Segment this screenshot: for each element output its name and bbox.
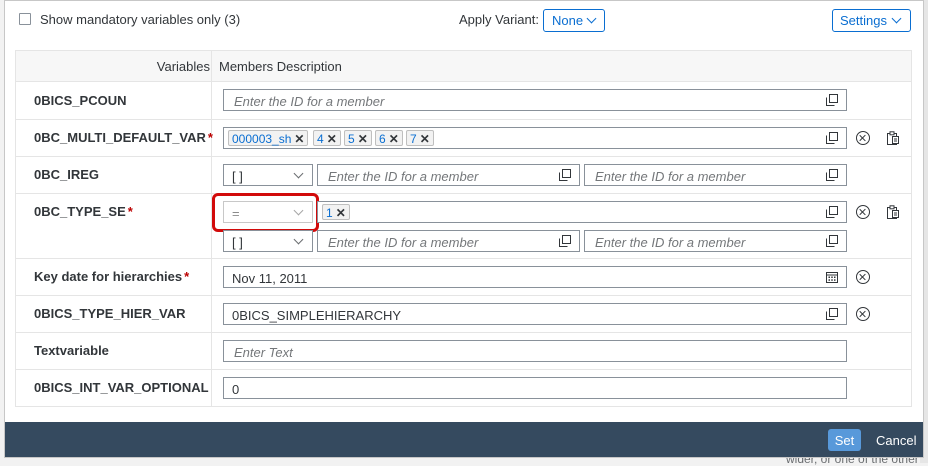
value-help-icon[interactable]	[826, 132, 838, 144]
text-input-placeholder: Enter Text	[234, 345, 293, 360]
number-input[interactable]: 0	[223, 377, 847, 399]
range-from-input[interactable]: Enter the ID for a member	[317, 230, 580, 252]
required-marker: *	[207, 130, 213, 145]
member-input-placeholder: Enter the ID for a member	[234, 94, 385, 109]
variable-name: 0BICS_TYPE_HIER_VAR	[34, 306, 186, 321]
variant-select[interactable]: None	[543, 9, 605, 32]
range-to-input[interactable]: Enter the ID for a member	[584, 230, 847, 252]
settings-button[interactable]: Settings	[832, 9, 911, 32]
operator-value: [ ]	[232, 169, 243, 184]
range-to-input[interactable]: Enter the ID for a member	[584, 164, 847, 186]
table-row: 0BC_IREG [ ] Enter the ID for a member E…	[16, 157, 911, 194]
member-token[interactable]: 4 ✕	[313, 130, 341, 146]
clipboard-icon[interactable]	[886, 205, 900, 219]
dialog-header: Show mandatory variables only (3) Apply …	[5, 1, 923, 39]
token-remove-icon[interactable]: ✕	[389, 132, 399, 146]
text-input[interactable]: Enter Text	[223, 340, 847, 362]
range-from-placeholder: Enter the ID for a member	[328, 235, 479, 250]
calendar-icon[interactable]	[826, 271, 838, 283]
value-help-icon[interactable]	[559, 235, 571, 247]
value-help-icon[interactable]	[559, 169, 571, 181]
variable-name: 0BICS_INT_VAR_OPTIONAL	[34, 380, 209, 395]
clear-icon[interactable]	[856, 131, 870, 145]
value-help-icon[interactable]	[826, 308, 838, 320]
member-token[interactable]: 6 ✕	[375, 130, 403, 146]
table-row: 0BC_MULTI_DEFAULT_VAR * 000003_sh ✕ 4 ✕ 5 ✕ …	[16, 120, 911, 157]
variable-name: Key date for hierarchies *	[34, 269, 190, 284]
member-token[interactable]: 000003_sh ✕	[228, 130, 309, 146]
date-value: Nov 11, 2011	[232, 271, 308, 286]
column-header-members: Members Description	[219, 59, 342, 74]
range-from-input[interactable]: Enter the ID for a member	[317, 164, 580, 186]
token-remove-icon[interactable]: ✕	[420, 132, 430, 146]
column-header-variables: Variables	[156, 59, 210, 74]
table-row: 0BICS_PCOUN Enter the ID for a member	[16, 82, 911, 120]
member-input[interactable]: 0BICS_SIMPLEHIERARCHY	[223, 303, 847, 325]
required-marker: *	[127, 204, 133, 219]
member-token[interactable]: 1 ✕	[322, 204, 350, 220]
member-value: 0BICS_SIMPLEHIERARCHY	[232, 308, 402, 323]
mandatory-only-checkbox[interactable]	[19, 13, 31, 25]
variable-name: 0BICS_PCOUN	[34, 93, 127, 108]
range-to-placeholder: Enter the ID for a member	[595, 235, 746, 250]
chevron-down-icon	[293, 205, 304, 216]
token-remove-icon[interactable]: ✕	[294, 132, 304, 146]
range-from-placeholder: Enter the ID for a member	[328, 169, 479, 184]
member-token[interactable]: 7 ✕	[406, 130, 434, 146]
table-row: 0BICS_INT_VAR_OPTIONAL 0	[16, 370, 911, 406]
mandatory-only-label: Show mandatory variables only (3)	[40, 12, 241, 27]
variable-name: 0BC_IREG	[34, 167, 100, 182]
operator-select[interactable]: =	[223, 201, 313, 223]
token-remove-icon[interactable]: ✕	[336, 206, 346, 220]
member-token[interactable]: 5 ✕	[344, 130, 372, 146]
chevron-down-icon	[586, 13, 597, 24]
chevron-down-icon	[891, 13, 902, 24]
token-remove-icon[interactable]: ✕	[358, 132, 368, 146]
dialog-footer: Set Cancel	[5, 422, 923, 457]
range-to-placeholder: Enter the ID for a member	[595, 169, 746, 184]
clipboard-icon[interactable]	[886, 131, 900, 145]
value-help-icon[interactable]	[826, 206, 838, 218]
table-row: 0BICS_TYPE_HIER_VAR 0BICS_SIMPLEHIERARCH…	[16, 296, 911, 333]
required-marker: *	[184, 269, 190, 284]
variables-table: Variables Members Description 0BICS_PCOU…	[15, 50, 912, 407]
variable-name: 0BC_MULTI_DEFAULT_VAR *	[34, 130, 213, 145]
token-remove-icon[interactable]: ✕	[327, 132, 337, 146]
variable-name: 0BC_TYPE_SE *	[34, 204, 133, 219]
operator-value: [ ]	[232, 235, 243, 250]
variable-name: Textvariable	[34, 343, 109, 358]
member-token-input[interactable]: 1 ✕	[317, 201, 847, 223]
table-row: 0BC_TYPE_SE * = 1 ✕ [ ] Enter the ID for a…	[16, 193, 911, 259]
table-row: Textvariable Enter Text	[16, 333, 911, 370]
member-token-input[interactable]: 000003_sh ✕ 4 ✕ 5 ✕ 6 ✕ 7 ✕	[223, 127, 847, 149]
settings-label: Settings	[840, 13, 887, 28]
operator-select[interactable]: [ ]	[223, 230, 313, 252]
table-row: Key date for hierarchies * Nov 11, 2011	[16, 259, 911, 296]
chevron-down-icon	[293, 234, 304, 245]
value-help-icon[interactable]	[826, 94, 838, 106]
number-value: 0	[232, 382, 240, 397]
variant-value: None	[552, 13, 584, 28]
table-header: Variables Members Description	[16, 51, 911, 82]
date-input[interactable]: Nov 11, 2011	[223, 266, 847, 288]
cancel-button[interactable]: Cancel	[870, 429, 922, 451]
operator-value: =	[232, 206, 240, 221]
chevron-down-icon	[293, 168, 304, 179]
operator-select[interactable]: [ ]	[223, 164, 313, 186]
value-help-icon[interactable]	[826, 169, 838, 181]
clear-icon[interactable]	[856, 307, 870, 321]
clear-icon[interactable]	[856, 205, 870, 219]
value-help-icon[interactable]	[826, 235, 838, 247]
member-input[interactable]: Enter the ID for a member	[223, 89, 847, 111]
clear-icon[interactable]	[856, 270, 870, 284]
variables-dialog: Show mandatory variables only (3) Apply …	[4, 0, 924, 458]
set-button[interactable]: Set	[828, 429, 861, 451]
apply-variant-label: Apply Variant:	[459, 12, 539, 27]
